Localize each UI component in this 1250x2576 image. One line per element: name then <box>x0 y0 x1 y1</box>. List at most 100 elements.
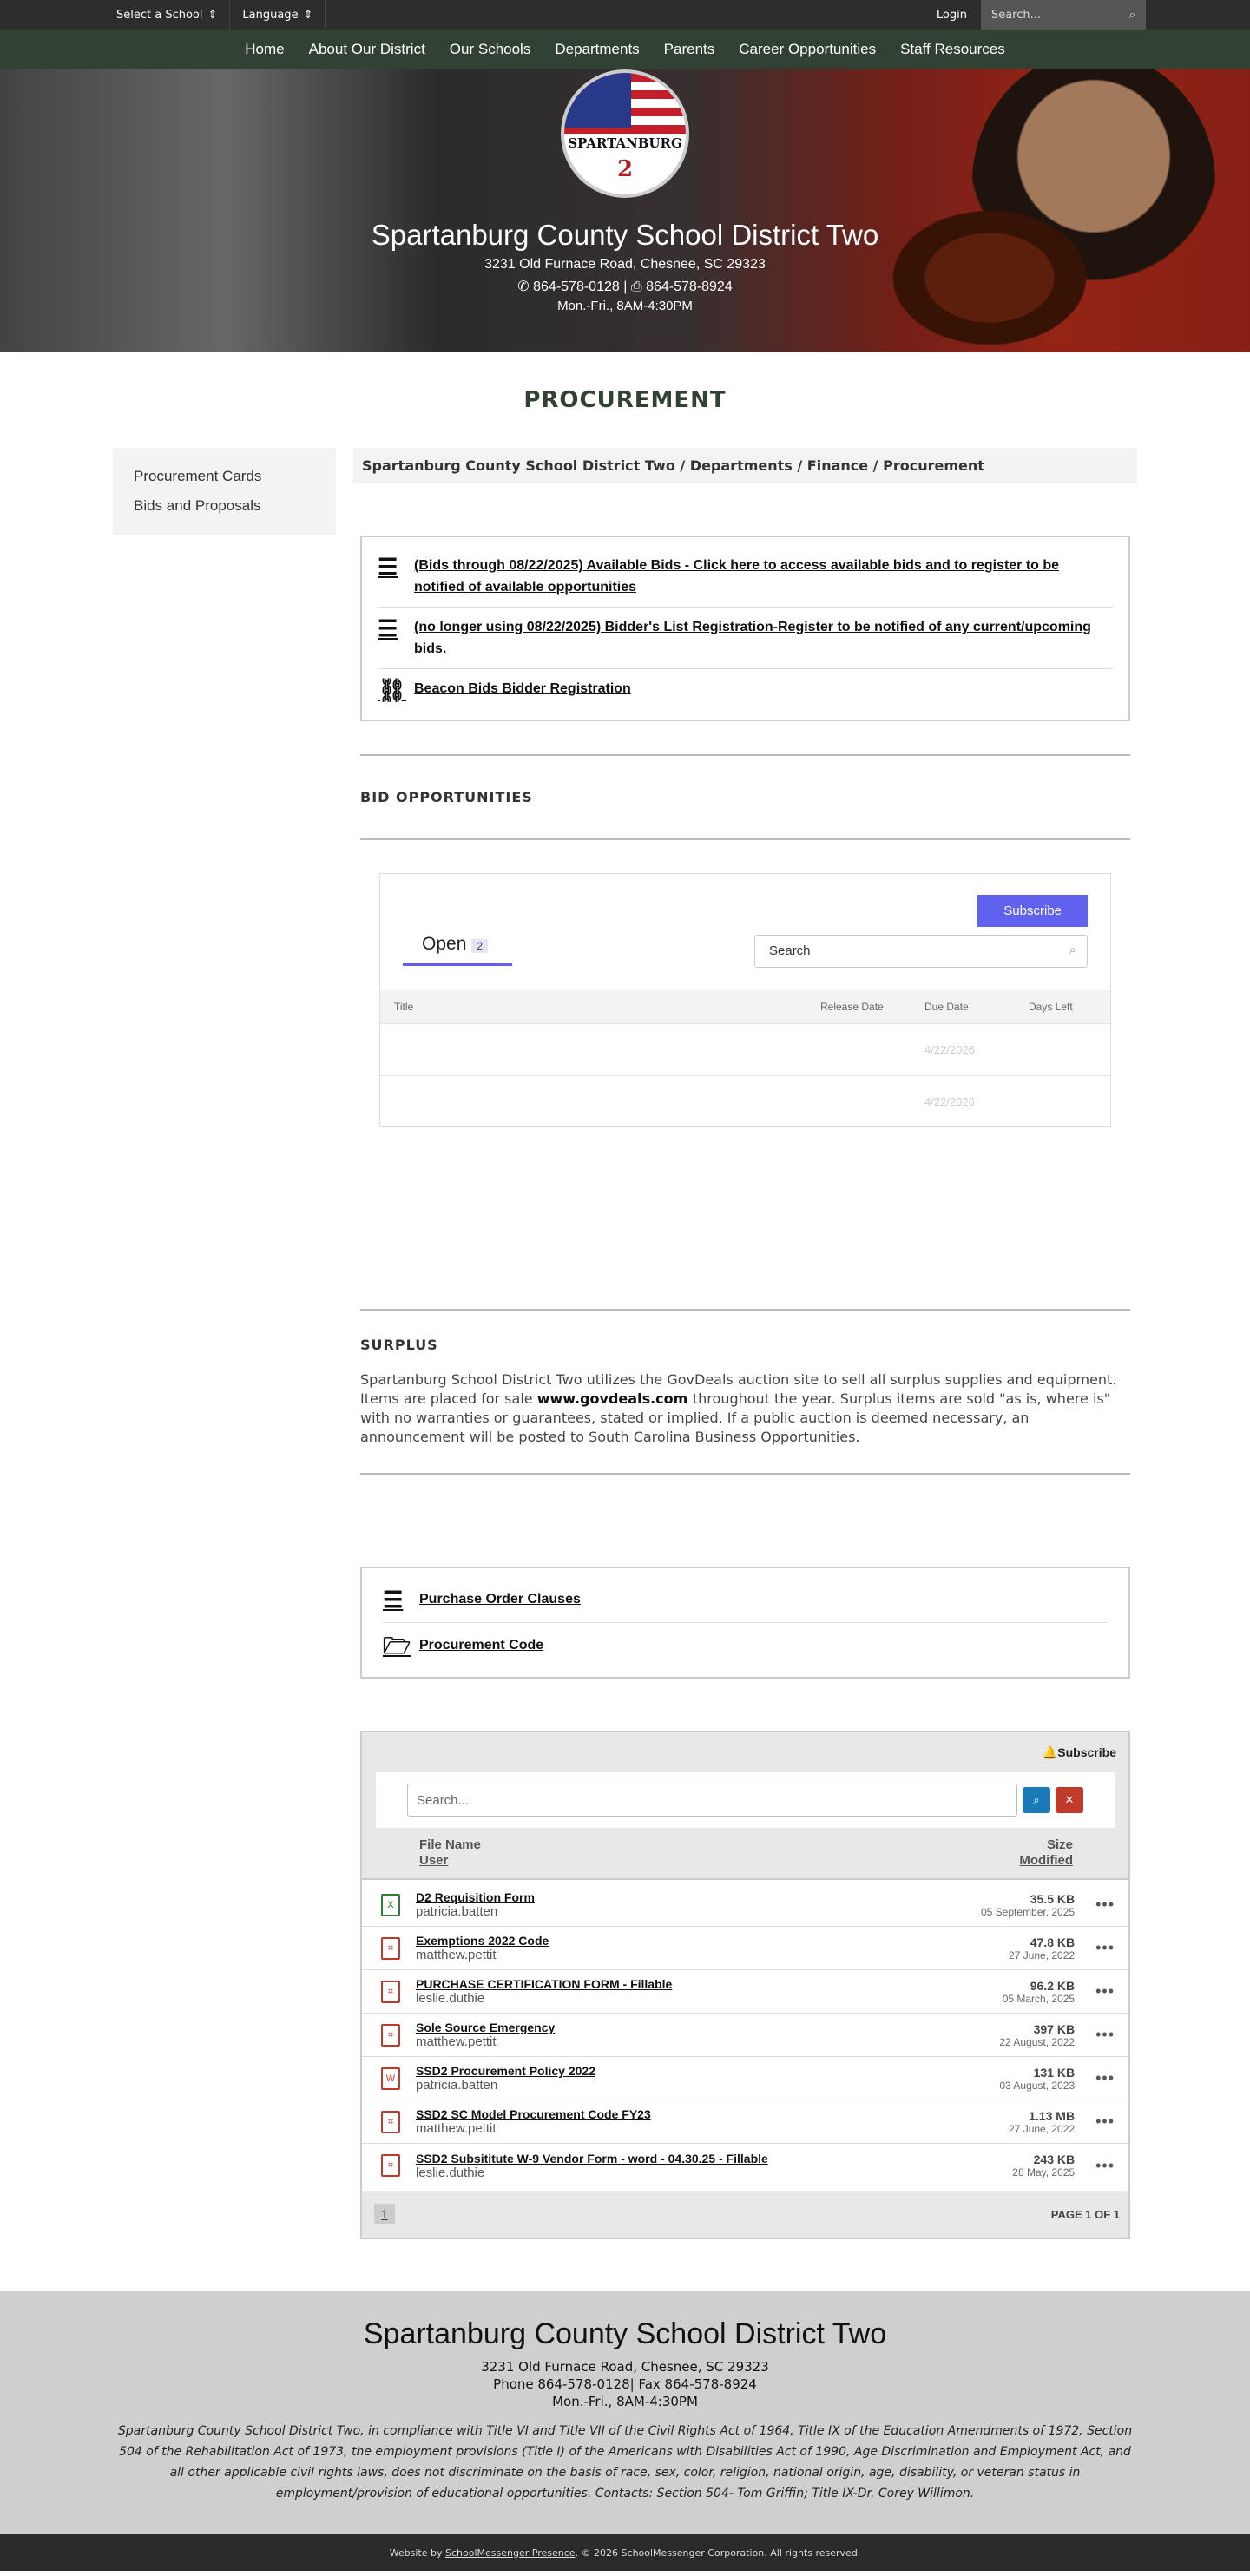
col-modified[interactable]: Modified <box>1019 1853 1073 1869</box>
file-name[interactable]: Exemptions 2022 Code <box>416 1934 1009 1948</box>
search-icon[interactable]: ⌕ <box>1023 1787 1050 1813</box>
more-options-icon[interactable]: ••• <box>1095 1896 1115 1914</box>
files-search-input[interactable]: Search... <box>407 1784 1017 1817</box>
link-text: (Bids through 08/22/2025) Available Bids… <box>414 558 1060 595</box>
breadcrumb-path[interactable]: Spartanburg County School District Two /… <box>362 457 883 474</box>
link-procurement-code[interactable]: 🗁 Procurement Code <box>383 1623 1108 1668</box>
nav-staff[interactable]: Staff Resources <box>900 41 1005 58</box>
file-name[interactable]: SSD2 Subsititute W-9 Vendor Form - word … <box>416 2152 1012 2165</box>
file-name[interactable]: SSD2 Procurement Policy 2022 <box>416 2064 999 2078</box>
file-row[interactable]: ⌗ SSD2 SC Model Procurement Code FY23 matt… <box>362 2100 1128 2144</box>
page-title: PROCUREMENT <box>523 387 727 413</box>
link-beacon-bids[interactable]: ⛓ Beacon Bids Bidder Registration <box>378 669 1113 711</box>
bids-subscribe-button[interactable]: Subscribe <box>977 895 1088 927</box>
link-bidders-list[interactable]: ☰ (no longer using 08/22/2025) Bidder's L… <box>378 608 1113 669</box>
schoolmessenger-link[interactable]: SchoolMessenger Presence <box>445 2547 576 2559</box>
nav-departments[interactable]: Departments <box>555 41 639 58</box>
tab-label: Open <box>422 934 467 954</box>
align-icon: ☰ <box>383 1587 404 1613</box>
list-icon: ☰ <box>378 615 398 641</box>
select-school-dropdown[interactable]: Select a School ⇕ <box>104 0 231 30</box>
list-icon: ☰ <box>378 554 398 580</box>
file-row[interactable]: W SSD2 Procurement Policy 2022 patricia.ba… <box>362 2057 1128 2100</box>
file-manager: 🔔 Subscribe Search... ⌕ ✕ File Name User S… <box>360 1731 1130 2239</box>
page-1-button[interactable]: 1 <box>374 2204 395 2224</box>
tab-count-badge: 2 <box>471 939 489 953</box>
col-user[interactable]: User <box>419 1853 481 1869</box>
more-options-icon[interactable]: ••• <box>1095 2069 1115 2087</box>
col-title[interactable]: Title <box>380 1001 820 1013</box>
nav-careers[interactable]: Career Opportunities <box>739 41 876 58</box>
bell-icon: 🔔 <box>1042 1745 1058 1759</box>
breadcrumb: Spartanburg County School District Two /… <box>353 448 1137 483</box>
sidebar-item-procurement-cards[interactable]: Procurement Cards <box>134 462 315 491</box>
file-user: matthew.pettit <box>416 2121 497 2136</box>
file-name[interactable]: Sole Source Emergency <box>416 2021 999 2034</box>
tab-open[interactable]: Open 2 <box>403 930 512 966</box>
more-options-icon[interactable]: ••• <box>1095 1939 1115 1957</box>
file-size: 131 KB <box>1033 2065 1076 2080</box>
col-size[interactable]: Size <box>1019 1837 1073 1853</box>
sidebar-item-bids-proposals[interactable]: Bids and Proposals <box>134 491 315 521</box>
govdeals-link[interactable]: www.govdeals.com <box>537 1390 693 1407</box>
nav-home[interactable]: Home <box>245 41 284 58</box>
due-date: 4/22/2026 <box>924 1095 975 1108</box>
file-row[interactable]: ⌗ PURCHASE CERTIFICATION FORM - Fillable l… <box>362 1970 1128 2014</box>
site-search-input[interactable]: Search... ⌕ <box>981 0 1146 30</box>
nav-about[interactable]: About Our District <box>309 41 425 58</box>
files-subscribe-label: Subscribe <box>1057 1745 1116 1759</box>
file-row[interactable]: X D2 Requisition Form patricia.batten 35.5 … <box>362 1883 1128 1927</box>
file-name[interactable]: PURCHASE CERTIFICATION FORM - Fillable <box>416 1977 1003 1991</box>
more-options-icon[interactable]: ••• <box>1095 2157 1115 2175</box>
link-available-bids[interactable]: ☰ (Bids through 08/22/2025) Available Bid… <box>378 546 1113 608</box>
file-date: 05 September, 2025 <box>981 1905 1076 1918</box>
district-logo[interactable]: SPARTANBURG 2 <box>561 69 689 198</box>
files-subscribe-link[interactable]: 🔔 Subscribe <box>362 1732 1128 1772</box>
file-row[interactable]: ⌗ SSD2 Subsititute W-9 Vendor Form - word… <box>362 2144 1128 2187</box>
file-user: matthew.pettit <box>416 1948 497 1962</box>
login-link[interactable]: Login <box>923 9 981 22</box>
district-hours: Mon.-Fri., 8AM-4:30PM <box>557 299 693 313</box>
file-size: 47.8 KB <box>1030 1935 1076 1949</box>
link-text: Procurement Code <box>419 1638 544 1653</box>
file-date: 22 August, 2022 <box>999 2035 1076 2048</box>
file-name[interactable]: D2 Requisition Form <box>416 1890 981 1904</box>
language-dropdown[interactable]: Language ⇕ <box>230 0 326 30</box>
table-row[interactable]: 4/22/2026 <box>380 1023 1110 1075</box>
file-name[interactable]: SSD2 SC Model Procurement Code FY23 <box>416 2107 1009 2121</box>
divider <box>360 1309 1130 1311</box>
col-days-left[interactable]: Days Left <box>1029 1001 1098 1013</box>
more-options-icon[interactable]: ••• <box>1095 2113 1115 2131</box>
file-list: X D2 Requisition Form patricia.batten 35.5 … <box>362 1880 1128 2191</box>
more-options-icon[interactable]: ••• <box>1095 1982 1115 2001</box>
fax-number: 864-578-8924 <box>646 279 733 294</box>
file-row[interactable]: ⌗ Exemptions 2022 Code matthew.pettit 47.8 … <box>362 1927 1128 1970</box>
link-purchase-order-clauses[interactable]: ☰ Purchase Order Clauses <box>383 1577 1108 1623</box>
logo-number: 2 <box>616 156 634 182</box>
divider <box>360 1473 1130 1475</box>
nav-parents[interactable]: Parents <box>664 41 715 58</box>
clear-icon[interactable]: ✕ <box>1056 1787 1083 1813</box>
district-name: Spartanburg County School District Two <box>371 219 879 251</box>
col-release-date[interactable]: Release Date <box>820 1001 924 1013</box>
bid-opportunities-heading: BID OPPORTUNITIES <box>360 789 533 805</box>
link-text: Purchase Order Clauses <box>419 1592 581 1607</box>
file-size: 397 KB <box>1033 2021 1076 2036</box>
file-date: 05 March, 2025 <box>1002 1992 1076 2005</box>
file-row[interactable]: ⌗ Sole Source Emergency matthew.pettit 397 … <box>362 2014 1128 2057</box>
bids-search-input[interactable]: Search ⌕ <box>754 935 1088 968</box>
footer-phone: Phone 864-578-0128| Fax 864-578-8924 <box>493 2376 757 2392</box>
col-file-name[interactable]: File Name <box>419 1837 481 1853</box>
sidebar: Procurement Cards Bids and Proposals <box>113 448 336 2239</box>
more-options-icon[interactable]: ••• <box>1095 2026 1115 2044</box>
file-user: patricia.batten <box>416 2078 498 2093</box>
footer-hours: Mon.-Fri., 8AM-4:30PM <box>552 2394 698 2409</box>
pdf-file-icon: ⌗ <box>381 2023 400 2047</box>
col-due-date[interactable]: Due Date <box>924 1001 1029 1013</box>
search-icon[interactable]: ⌕ <box>1129 9 1135 22</box>
nav-schools[interactable]: Our Schools <box>450 41 531 58</box>
file-size: 1.13 MB <box>1029 2108 1076 2123</box>
link-text: Beacon Bids Bidder Registration <box>414 681 631 696</box>
table-row[interactable]: 4/22/2026 <box>380 1075 1110 1127</box>
site-search-placeholder: Search... <box>991 8 1042 22</box>
